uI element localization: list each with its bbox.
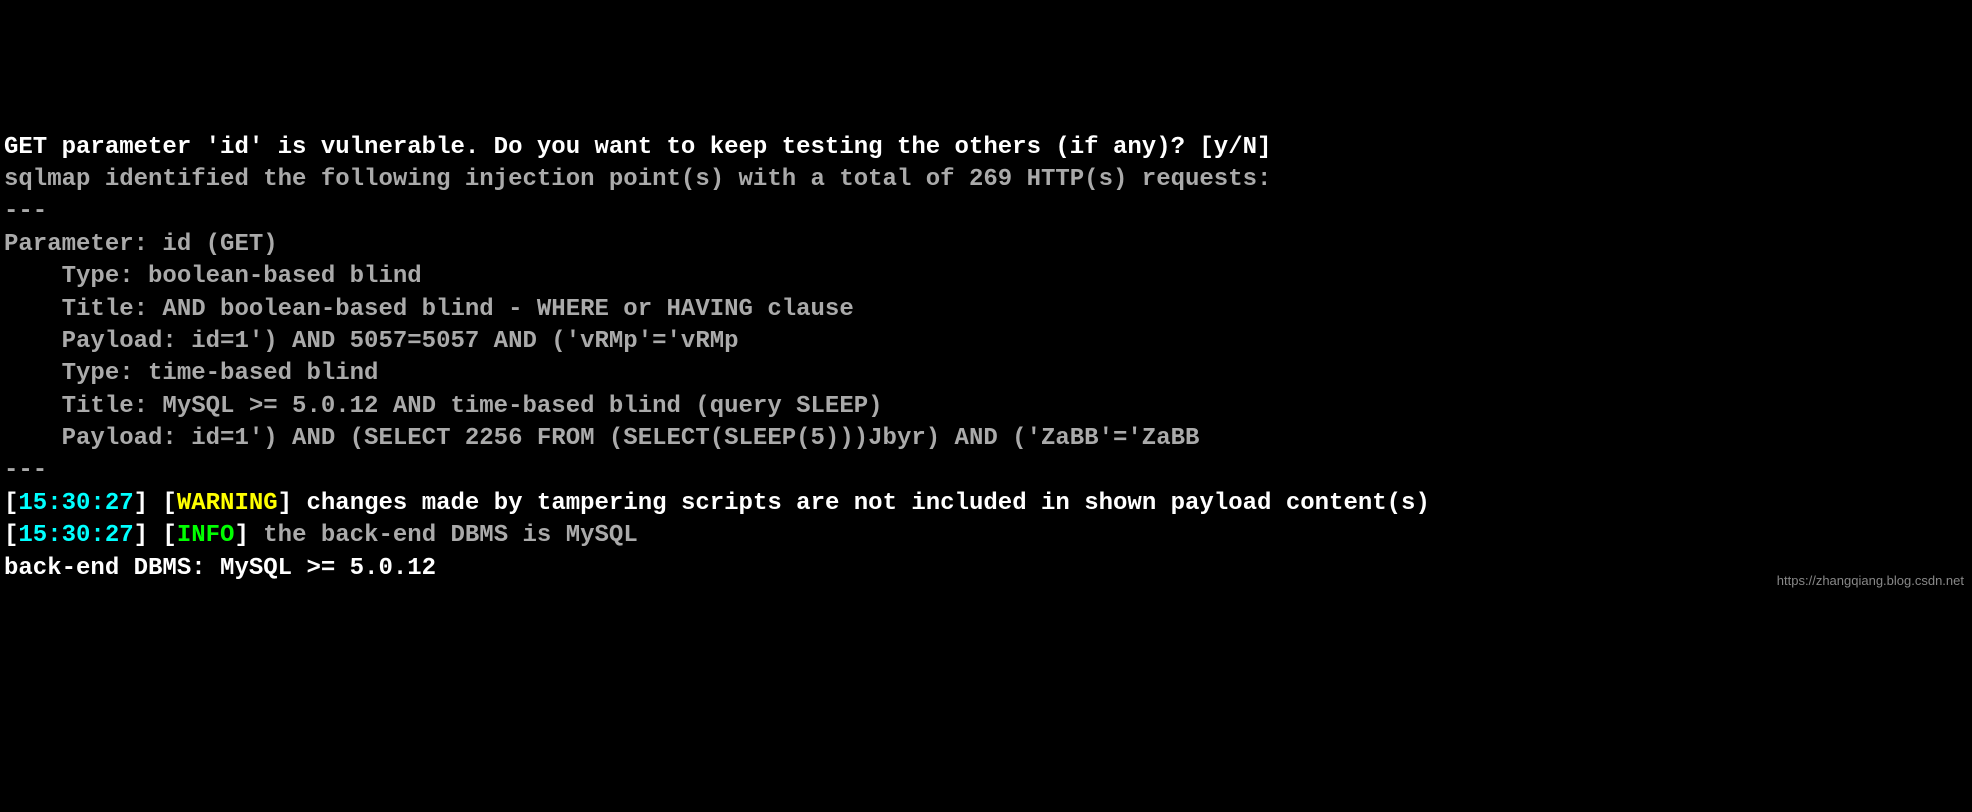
type2-line: Type: time-based blind [4,358,1968,390]
type1-line: Type: boolean-based blind [4,261,1968,293]
payload2-line: Payload: id=1') AND (SELECT 2256 FROM (S… [4,423,1968,455]
info-label: INFO [177,522,235,549]
warning-line: [15:30:27] [WARNING] changes made by tam… [4,488,1968,520]
timestamp: 15:30:27 [18,490,133,517]
title2-line: Title: MySQL >= 5.0.12 AND time-based bl… [4,391,1968,423]
info-line: [15:30:27] [INFO] the back-end DBMS is M… [4,520,1968,552]
injection-summary-line: sqlmap identified the following injectio… [4,164,1968,196]
info-message: the back-end DBMS is MySQL [249,522,638,549]
warning-message: changes made by tampering scripts are no… [292,490,1430,517]
parameter-line: Parameter: id (GET) [4,229,1968,261]
warning-label: WARNING [177,490,278,517]
vulnerable-prompt-line: GET parameter 'id' is vulnerable. Do you… [4,132,1968,164]
separator-line: --- [4,455,1968,487]
terminal-output: GET parameter 'id' is vulnerable. Do you… [4,132,1968,585]
separator-line: --- [4,196,1968,228]
watermark-text: https://zhangqiang.blog.csdn.net [1777,572,1964,590]
payload1-line: Payload: id=1') AND 5057=5057 AND ('vRMp… [4,326,1968,358]
timestamp: 15:30:27 [18,522,133,549]
dbms-line: back-end DBMS: MySQL >= 5.0.12 [4,553,1968,585]
title1-line: Title: AND boolean-based blind - WHERE o… [4,294,1968,326]
